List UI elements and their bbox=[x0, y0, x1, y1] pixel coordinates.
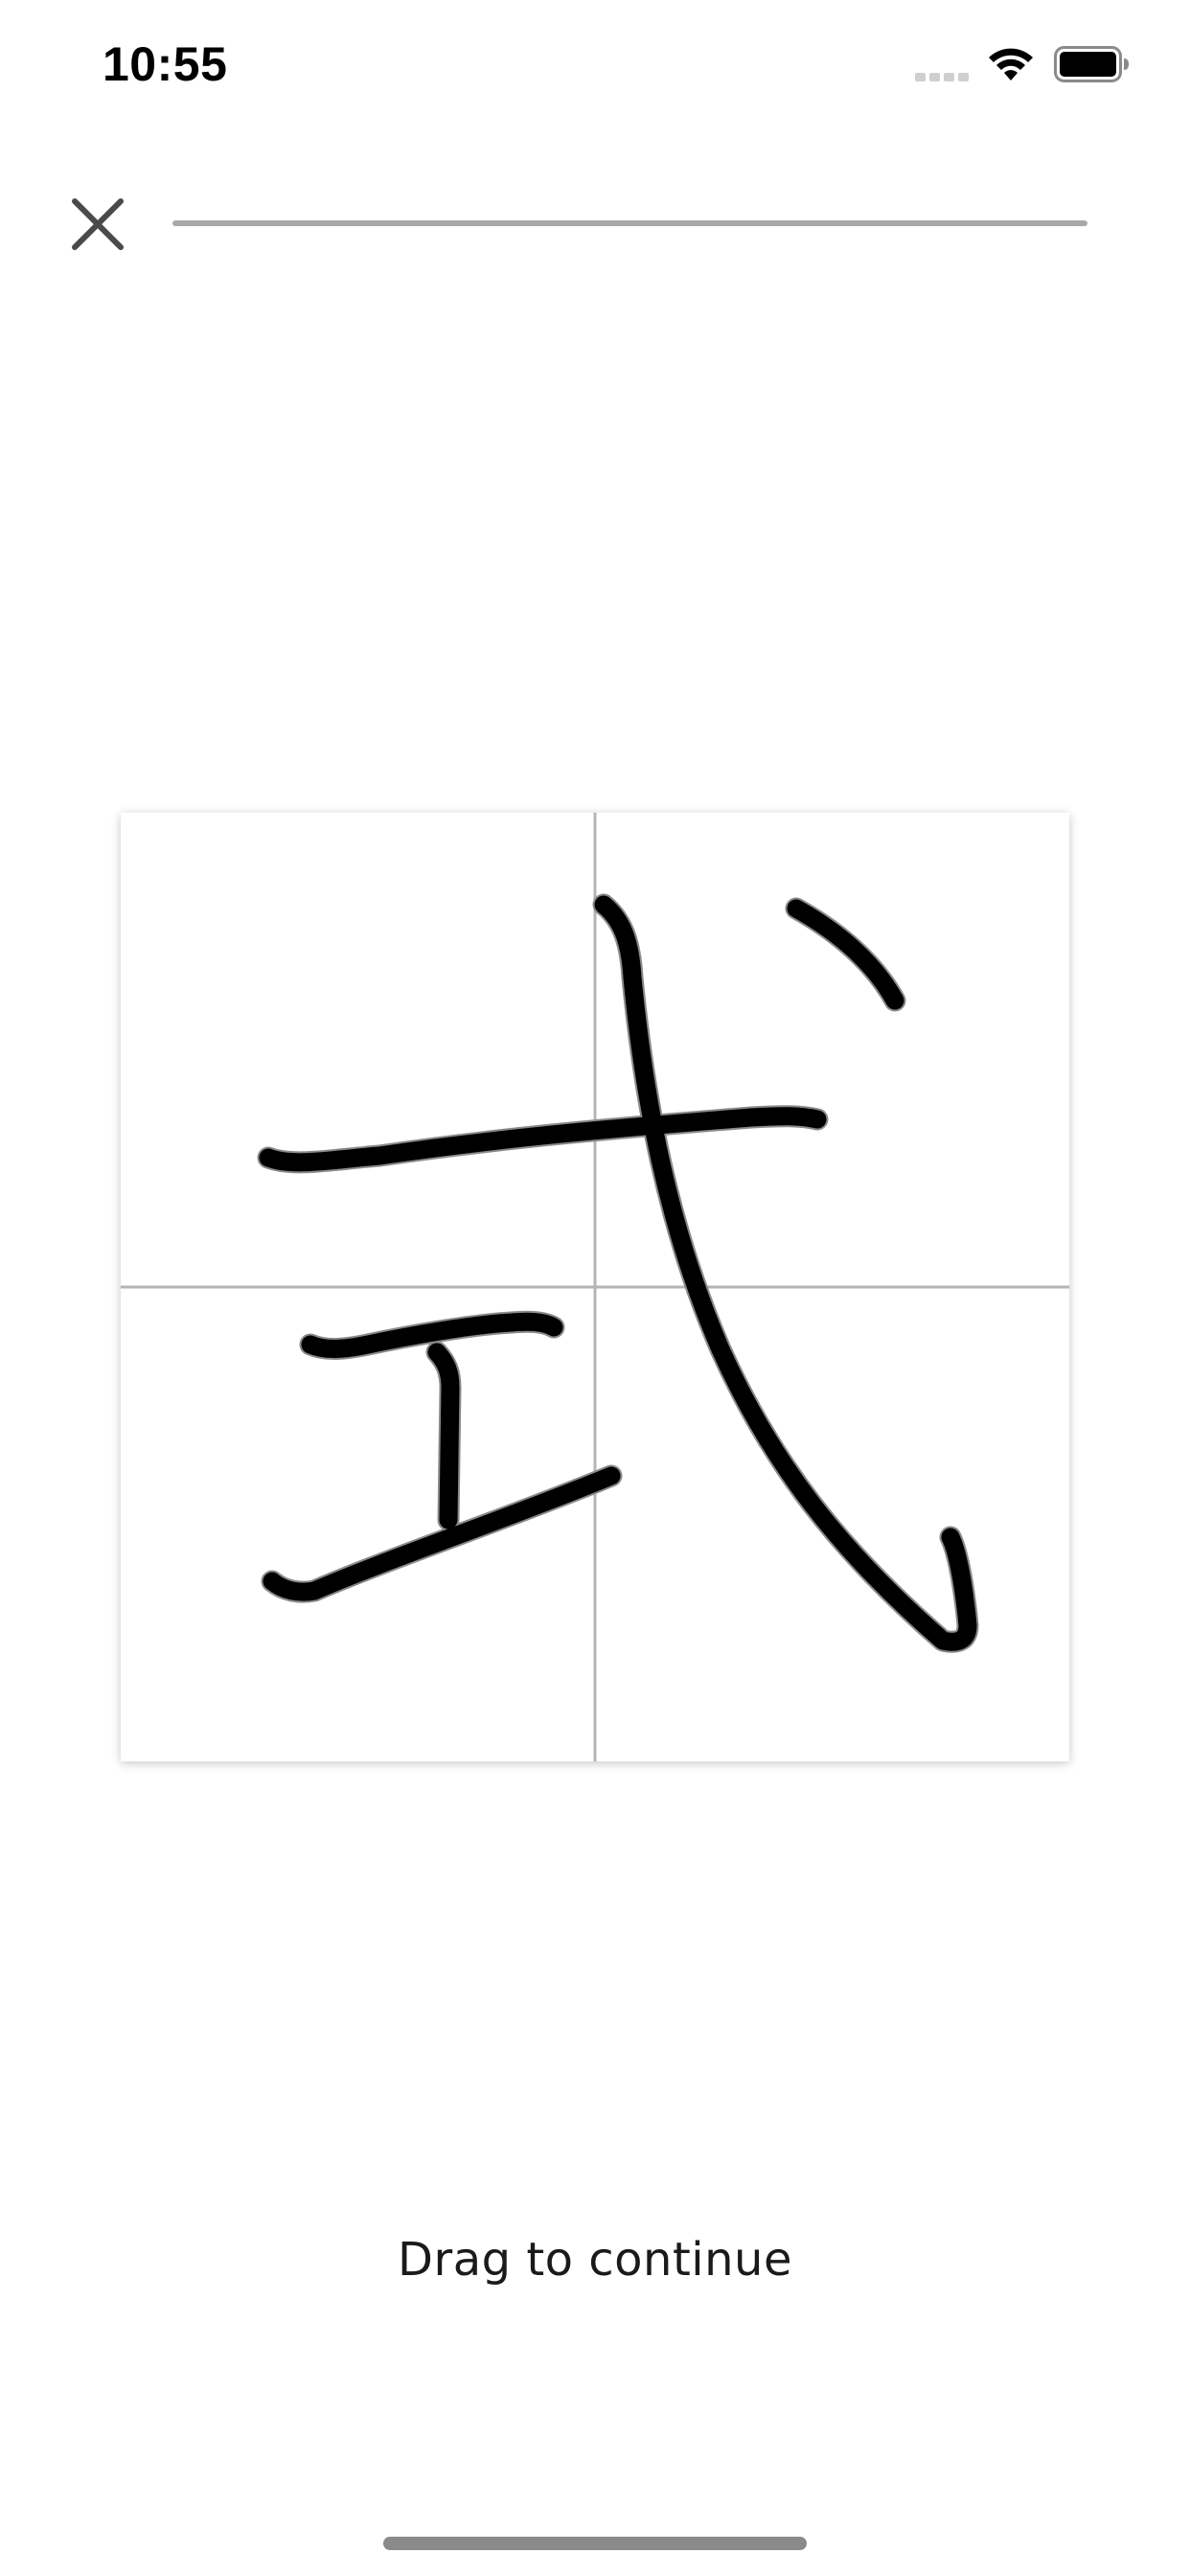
close-button[interactable] bbox=[69, 196, 126, 253]
close-icon bbox=[72, 198, 124, 250]
progress-bar bbox=[172, 220, 1087, 226]
drag-to-continue-label[interactable]: Drag to continue bbox=[0, 2233, 1190, 2287]
kanji-card[interactable] bbox=[121, 813, 1069, 1761]
home-indicator[interactable] bbox=[383, 2537, 807, 2550]
status-bar: 10:55 bbox=[0, 0, 1190, 134]
battery-icon bbox=[1054, 46, 1129, 82]
kanji-drawing bbox=[121, 813, 1069, 1761]
wifi-icon bbox=[989, 48, 1033, 80]
cellular-signal-icon bbox=[915, 73, 969, 81]
status-time: 10:55 bbox=[103, 37, 228, 91]
kanji-character bbox=[257, 893, 979, 1653]
